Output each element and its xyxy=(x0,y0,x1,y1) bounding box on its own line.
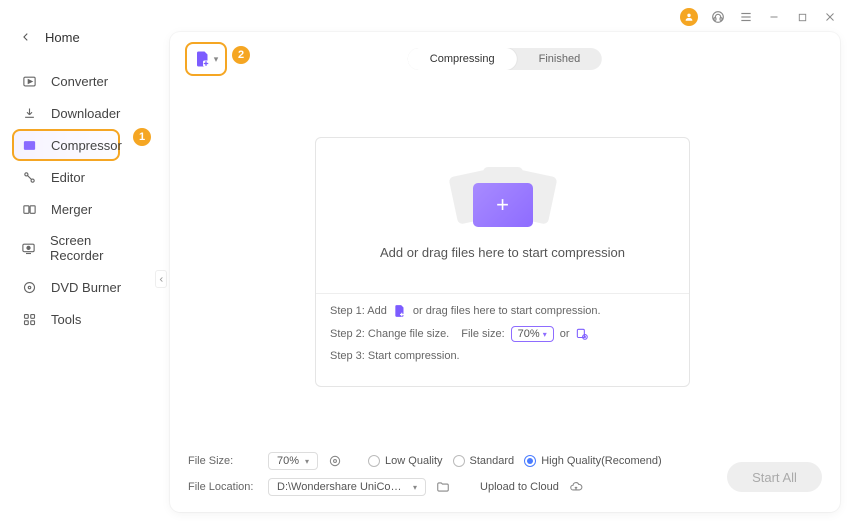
sidebar: Home Converter Downloader Compressor Edi… xyxy=(0,0,160,522)
sidebar-item-compressor[interactable]: Compressor xyxy=(12,129,120,161)
callout-badge-2: 2 xyxy=(232,46,250,64)
user-avatar[interactable] xyxy=(680,8,698,26)
tools-icon xyxy=(21,311,37,327)
radio-icon xyxy=(453,455,465,467)
support-icon[interactable] xyxy=(710,9,726,25)
chevron-down-icon: ▾ xyxy=(305,457,309,466)
steps-panel: Step 1: Add or drag files here to start … xyxy=(316,293,689,372)
open-folder-icon[interactable] xyxy=(436,480,450,494)
add-file-icon xyxy=(194,50,212,68)
filesize-label: File Size: xyxy=(188,455,258,467)
download-icon xyxy=(21,105,37,121)
settings-mini-icon[interactable] xyxy=(575,327,589,341)
sidebar-item-merger[interactable]: Merger xyxy=(0,193,160,225)
editor-icon xyxy=(21,169,37,185)
tab-finished[interactable]: Finished xyxy=(517,48,603,70)
minimize-button[interactable] xyxy=(766,9,782,25)
back-icon xyxy=(21,31,31,45)
sidebar-item-downloader[interactable]: Downloader xyxy=(0,97,160,129)
sidebar-item-label: DVD Burner xyxy=(51,280,121,295)
fileloc-select[interactable]: D:\Wondershare UniConverter 1 ▾ xyxy=(268,478,426,496)
callout-badge-1: 1 xyxy=(133,128,151,146)
sidebar-item-label: Editor xyxy=(51,170,85,185)
maximize-button[interactable] xyxy=(794,9,810,25)
sidebar-item-converter[interactable]: Converter xyxy=(0,65,160,97)
radio-icon xyxy=(368,455,380,467)
sidebar-item-editor[interactable]: Editor xyxy=(0,161,160,193)
folder-illustration: + xyxy=(458,171,548,231)
chevron-down-icon: ▾ xyxy=(413,483,417,492)
chevron-down-icon: ▾ xyxy=(543,330,547,339)
window-titlebar xyxy=(680,8,838,26)
footer-row-filesize: File Size: 70% ▾ Low Quality Standard Hi… xyxy=(188,452,822,470)
quality-standard[interactable]: Standard xyxy=(453,455,515,467)
sidebar-item-dvd-burner[interactable]: DVD Burner xyxy=(0,271,160,303)
add-file-button[interactable]: ▾ xyxy=(185,42,227,76)
radio-checked-icon xyxy=(524,455,536,467)
sidebar-item-tools[interactable]: Tools xyxy=(0,303,160,335)
filesize-settings-icon[interactable] xyxy=(328,454,342,468)
recorder-icon xyxy=(21,240,36,256)
upload-cloud-label: Upload to Cloud xyxy=(480,481,559,493)
tab-compressing[interactable]: Compressing xyxy=(408,48,517,70)
home-label: Home xyxy=(45,30,80,45)
step-1: Step 1: Add or drag files here to start … xyxy=(330,304,675,318)
user-icon xyxy=(684,12,694,22)
compressor-icon xyxy=(22,137,37,153)
main-panel: ▾ 2 Compressing Finished + Add or drag f… xyxy=(170,32,840,512)
sidebar-item-label: Tools xyxy=(51,312,81,327)
cloud-upload-icon[interactable] xyxy=(569,480,583,494)
dropzone[interactable]: + Add or drag files here to start compre… xyxy=(315,137,690,387)
sidebar-item-label: Converter xyxy=(51,74,108,89)
step2-size-select[interactable]: 70% ▾ xyxy=(511,326,554,342)
sidebar-item-label: Merger xyxy=(51,202,92,217)
tabs: Compressing Finished xyxy=(408,48,602,70)
start-all-button[interactable]: Start All xyxy=(727,462,822,492)
disc-icon xyxy=(21,279,37,295)
sidebar-item-screen-recorder[interactable]: Screen Recorder xyxy=(0,225,160,271)
quality-low[interactable]: Low Quality xyxy=(368,455,442,467)
fileloc-label: File Location: xyxy=(188,481,258,493)
merger-icon xyxy=(21,201,37,217)
sidebar-item-label: Downloader xyxy=(51,106,120,121)
folder-plus-icon: + xyxy=(473,183,533,227)
add-file-mini-icon[interactable] xyxy=(393,304,407,318)
dropzone-visual: + Add or drag files here to start compre… xyxy=(316,138,689,293)
filesize-select[interactable]: 70% ▾ xyxy=(268,452,318,470)
converter-icon xyxy=(21,73,37,89)
sidebar-item-label: Compressor xyxy=(51,138,122,153)
step-2: Step 2: Change file size. File size: 70%… xyxy=(330,326,675,342)
menu-icon[interactable] xyxy=(738,9,754,25)
home-link[interactable]: Home xyxy=(0,24,160,65)
sidebar-item-label: Screen Recorder xyxy=(50,233,142,263)
step-3: Step 3: Start compression. xyxy=(330,350,675,362)
dropzone-text: Add or drag files here to start compress… xyxy=(380,245,625,260)
sidebar-collapse-handle[interactable] xyxy=(155,270,167,288)
quality-high[interactable]: High Quality(Recomend) xyxy=(524,455,661,467)
chevron-down-icon: ▾ xyxy=(214,54,219,65)
close-button[interactable] xyxy=(822,9,838,25)
